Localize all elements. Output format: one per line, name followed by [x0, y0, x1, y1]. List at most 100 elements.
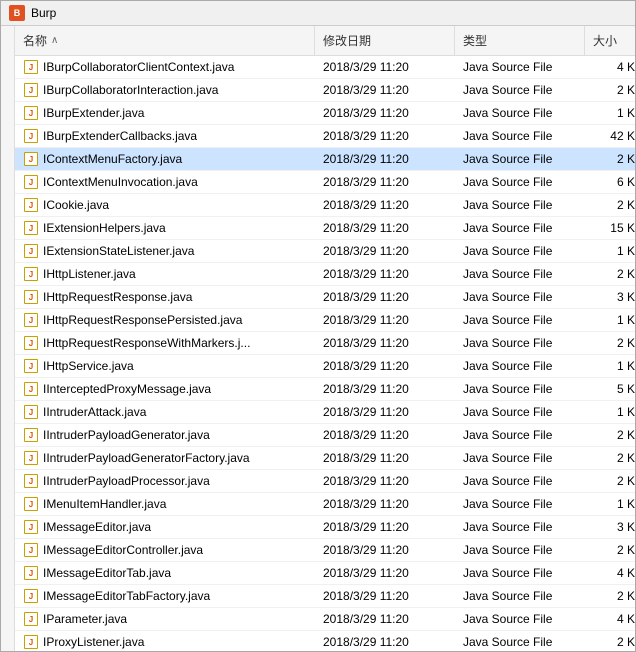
table-row[interactable]: IHttpRequestResponse.java2018/3/29 11:20… [15, 286, 635, 309]
java-file-icon [23, 197, 39, 213]
file-size-cell: 2 KB [585, 631, 635, 651]
file-name-cell: IBurpExtender.java [15, 102, 315, 124]
col-name-label: 名称 [23, 32, 47, 49]
file-size-cell: 3 KB [585, 516, 635, 538]
col-header-date[interactable]: 修改日期 [315, 26, 455, 55]
table-row[interactable]: IMessageEditor.java2018/3/29 11:20Java S… [15, 516, 635, 539]
java-file-icon [23, 450, 39, 466]
table-row[interactable]: IProxyListener.java2018/3/29 11:20Java S… [15, 631, 635, 651]
table-row[interactable]: IHttpRequestResponseWithMarkers.j...2018… [15, 332, 635, 355]
file-name-text: IHttpRequestResponse.java [43, 290, 192, 304]
table-row[interactable]: IIntruderPayloadGenerator.java2018/3/29 … [15, 424, 635, 447]
file-type-cell: Java Source File [455, 79, 585, 101]
file-type-cell: Java Source File [455, 125, 585, 147]
file-date-cell: 2018/3/29 11:20 [315, 355, 455, 377]
file-size-cell: 15 KB [585, 217, 635, 239]
file-type-cell: Java Source File [455, 332, 585, 354]
table-header: 名称 ∧ 修改日期 类型 大小 [15, 26, 635, 56]
table-row[interactable]: IMessageEditorController.java 2018/3/29 1… [15, 539, 635, 562]
file-type-cell: Java Source File [455, 309, 585, 331]
file-name-text: IBurpExtenderCallbacks.java [43, 129, 197, 143]
file-size-cell: 2 KB [585, 470, 635, 492]
content-container: 名称 ∧ 修改日期 类型 大小 IBurpCollaboratorClientC… [1, 26, 635, 651]
file-size-cell: 1 KB [585, 309, 635, 331]
side-panel [1, 26, 15, 651]
table-row[interactable]: IBurpCollaboratorClientContext.java2018/… [15, 56, 635, 79]
table-row[interactable]: IHttpService.java2018/3/29 11:20Java Sou… [15, 355, 635, 378]
file-size-cell: 2 KB [585, 332, 635, 354]
java-file-icon [23, 243, 39, 259]
java-file-icon [23, 312, 39, 328]
file-name-cell: IContextMenuInvocation.java [15, 171, 315, 193]
table-row[interactable]: IContextMenuFactory.java2018/3/29 11:20J… [15, 148, 635, 171]
table-row[interactable]: IContextMenuInvocation.java2018/3/29 11:… [15, 171, 635, 194]
file-type-cell: Java Source File [455, 631, 585, 651]
file-name-text: IBurpExtender.java [43, 106, 144, 120]
file-name-cell: IIntruderPayloadGenerator.java [15, 424, 315, 446]
file-size-cell: 2 KB [585, 424, 635, 446]
java-file-icon [23, 128, 39, 144]
file-type-cell: Java Source File [455, 217, 585, 239]
file-name-text: IExtensionStateListener.java [43, 244, 194, 258]
file-name-text: IProxyListener.java [43, 635, 144, 649]
file-name-text: IContextMenuInvocation.java [43, 175, 198, 189]
file-date-cell: 2018/3/29 11:20 [315, 56, 455, 78]
java-file-icon [23, 289, 39, 305]
java-file-icon [23, 174, 39, 190]
file-size-cell: 4 KB [585, 56, 635, 78]
file-date-cell: 2018/3/29 11:20 [315, 79, 455, 101]
file-name-cell: IMessageEditorController.java [15, 539, 315, 561]
file-name-text: IExtensionHelpers.java [43, 221, 166, 235]
table-row[interactable]: IBurpExtender.java2018/3/29 11:20Java So… [15, 102, 635, 125]
file-size-cell: 2 KB [585, 194, 635, 216]
table-row[interactable]: IHttpRequestResponsePersisted.java2018/3… [15, 309, 635, 332]
java-file-icon [23, 82, 39, 98]
col-header-type[interactable]: 类型 [455, 26, 585, 55]
java-file-icon [23, 358, 39, 374]
table-row[interactable]: IIntruderPayloadProcessor.java2018/3/29 … [15, 470, 635, 493]
java-file-icon [23, 611, 39, 627]
file-name-cell: IContextMenuFactory.java [15, 148, 315, 170]
table-row[interactable]: IIntruderAttack.java2018/3/29 11:20Java … [15, 401, 635, 424]
table-row[interactable]: IMessageEditorTab.java2018/3/29 11:20Jav… [15, 562, 635, 585]
table-row[interactable]: IBurpCollaboratorInteraction.java2018/3/… [15, 79, 635, 102]
table-row[interactable]: IBurpExtenderCallbacks.java2018/3/29 11:… [15, 125, 635, 148]
file-name-cell: IHttpListener.java [15, 263, 315, 285]
file-date-cell: 2018/3/29 11:20 [315, 539, 455, 561]
file-name-cell: IExtensionStateListener.java [15, 240, 315, 262]
file-type-cell: Java Source File [455, 585, 585, 607]
file-name-text: IMessageEditorController.java [43, 543, 203, 557]
app-icon: B [9, 5, 25, 21]
file-date-cell: 2018/3/29 11:20 [315, 148, 455, 170]
file-size-cell: 4 KB [585, 562, 635, 584]
file-date-cell: 2018/3/29 11:20 [315, 585, 455, 607]
title-bar: B Burp [1, 1, 635, 26]
table-row[interactable]: IExtensionStateListener.java2018/3/29 11… [15, 240, 635, 263]
table-row[interactable]: IParameter.java2018/3/29 11:20Java Sourc… [15, 608, 635, 631]
java-file-icon [23, 220, 39, 236]
file-size-cell: 1 KB [585, 355, 635, 377]
table-row[interactable]: IMessageEditorTabFactory.java2018/3/29 1… [15, 585, 635, 608]
table-row[interactable]: IHttpListener.java2018/3/29 11:20Java So… [15, 263, 635, 286]
file-name-text: IInterceptedProxyMessage.java [43, 382, 211, 396]
java-file-icon [23, 59, 39, 75]
table-row[interactable]: ICookie.java2018/3/29 11:20Java Source F… [15, 194, 635, 217]
sort-arrow-icon: ∧ [51, 35, 58, 46]
table-row[interactable]: IExtensionHelpers.java 2018/3/29 11:20Jav… [15, 217, 635, 240]
table-row[interactable]: IInterceptedProxyMessage.java2018/3/29 1… [15, 378, 635, 401]
file-date-cell: 2018/3/29 11:20 [315, 516, 455, 538]
file-type-cell: Java Source File [455, 401, 585, 423]
col-header-size[interactable]: 大小 [585, 26, 635, 55]
file-list[interactable]: IBurpCollaboratorClientContext.java2018/… [15, 56, 635, 651]
file-type-cell: Java Source File [455, 539, 585, 561]
file-size-cell: 5 KB [585, 378, 635, 400]
col-header-name[interactable]: 名称 ∧ [15, 26, 315, 55]
table-row[interactable]: IMenuItemHandler.java2018/3/29 11:20Java… [15, 493, 635, 516]
main-content: 名称 ∧ 修改日期 类型 大小 IBurpCollaboratorClientC… [15, 26, 635, 651]
java-file-icon [23, 105, 39, 121]
file-name-cell: IHttpRequestResponseWithMarkers.j... [15, 332, 315, 354]
file-date-cell: 2018/3/29 11:20 [315, 217, 455, 239]
java-file-icon [23, 335, 39, 351]
file-name-text: IMenuItemHandler.java [43, 497, 166, 511]
table-row[interactable]: IIntruderPayloadGeneratorFactory.java201… [15, 447, 635, 470]
